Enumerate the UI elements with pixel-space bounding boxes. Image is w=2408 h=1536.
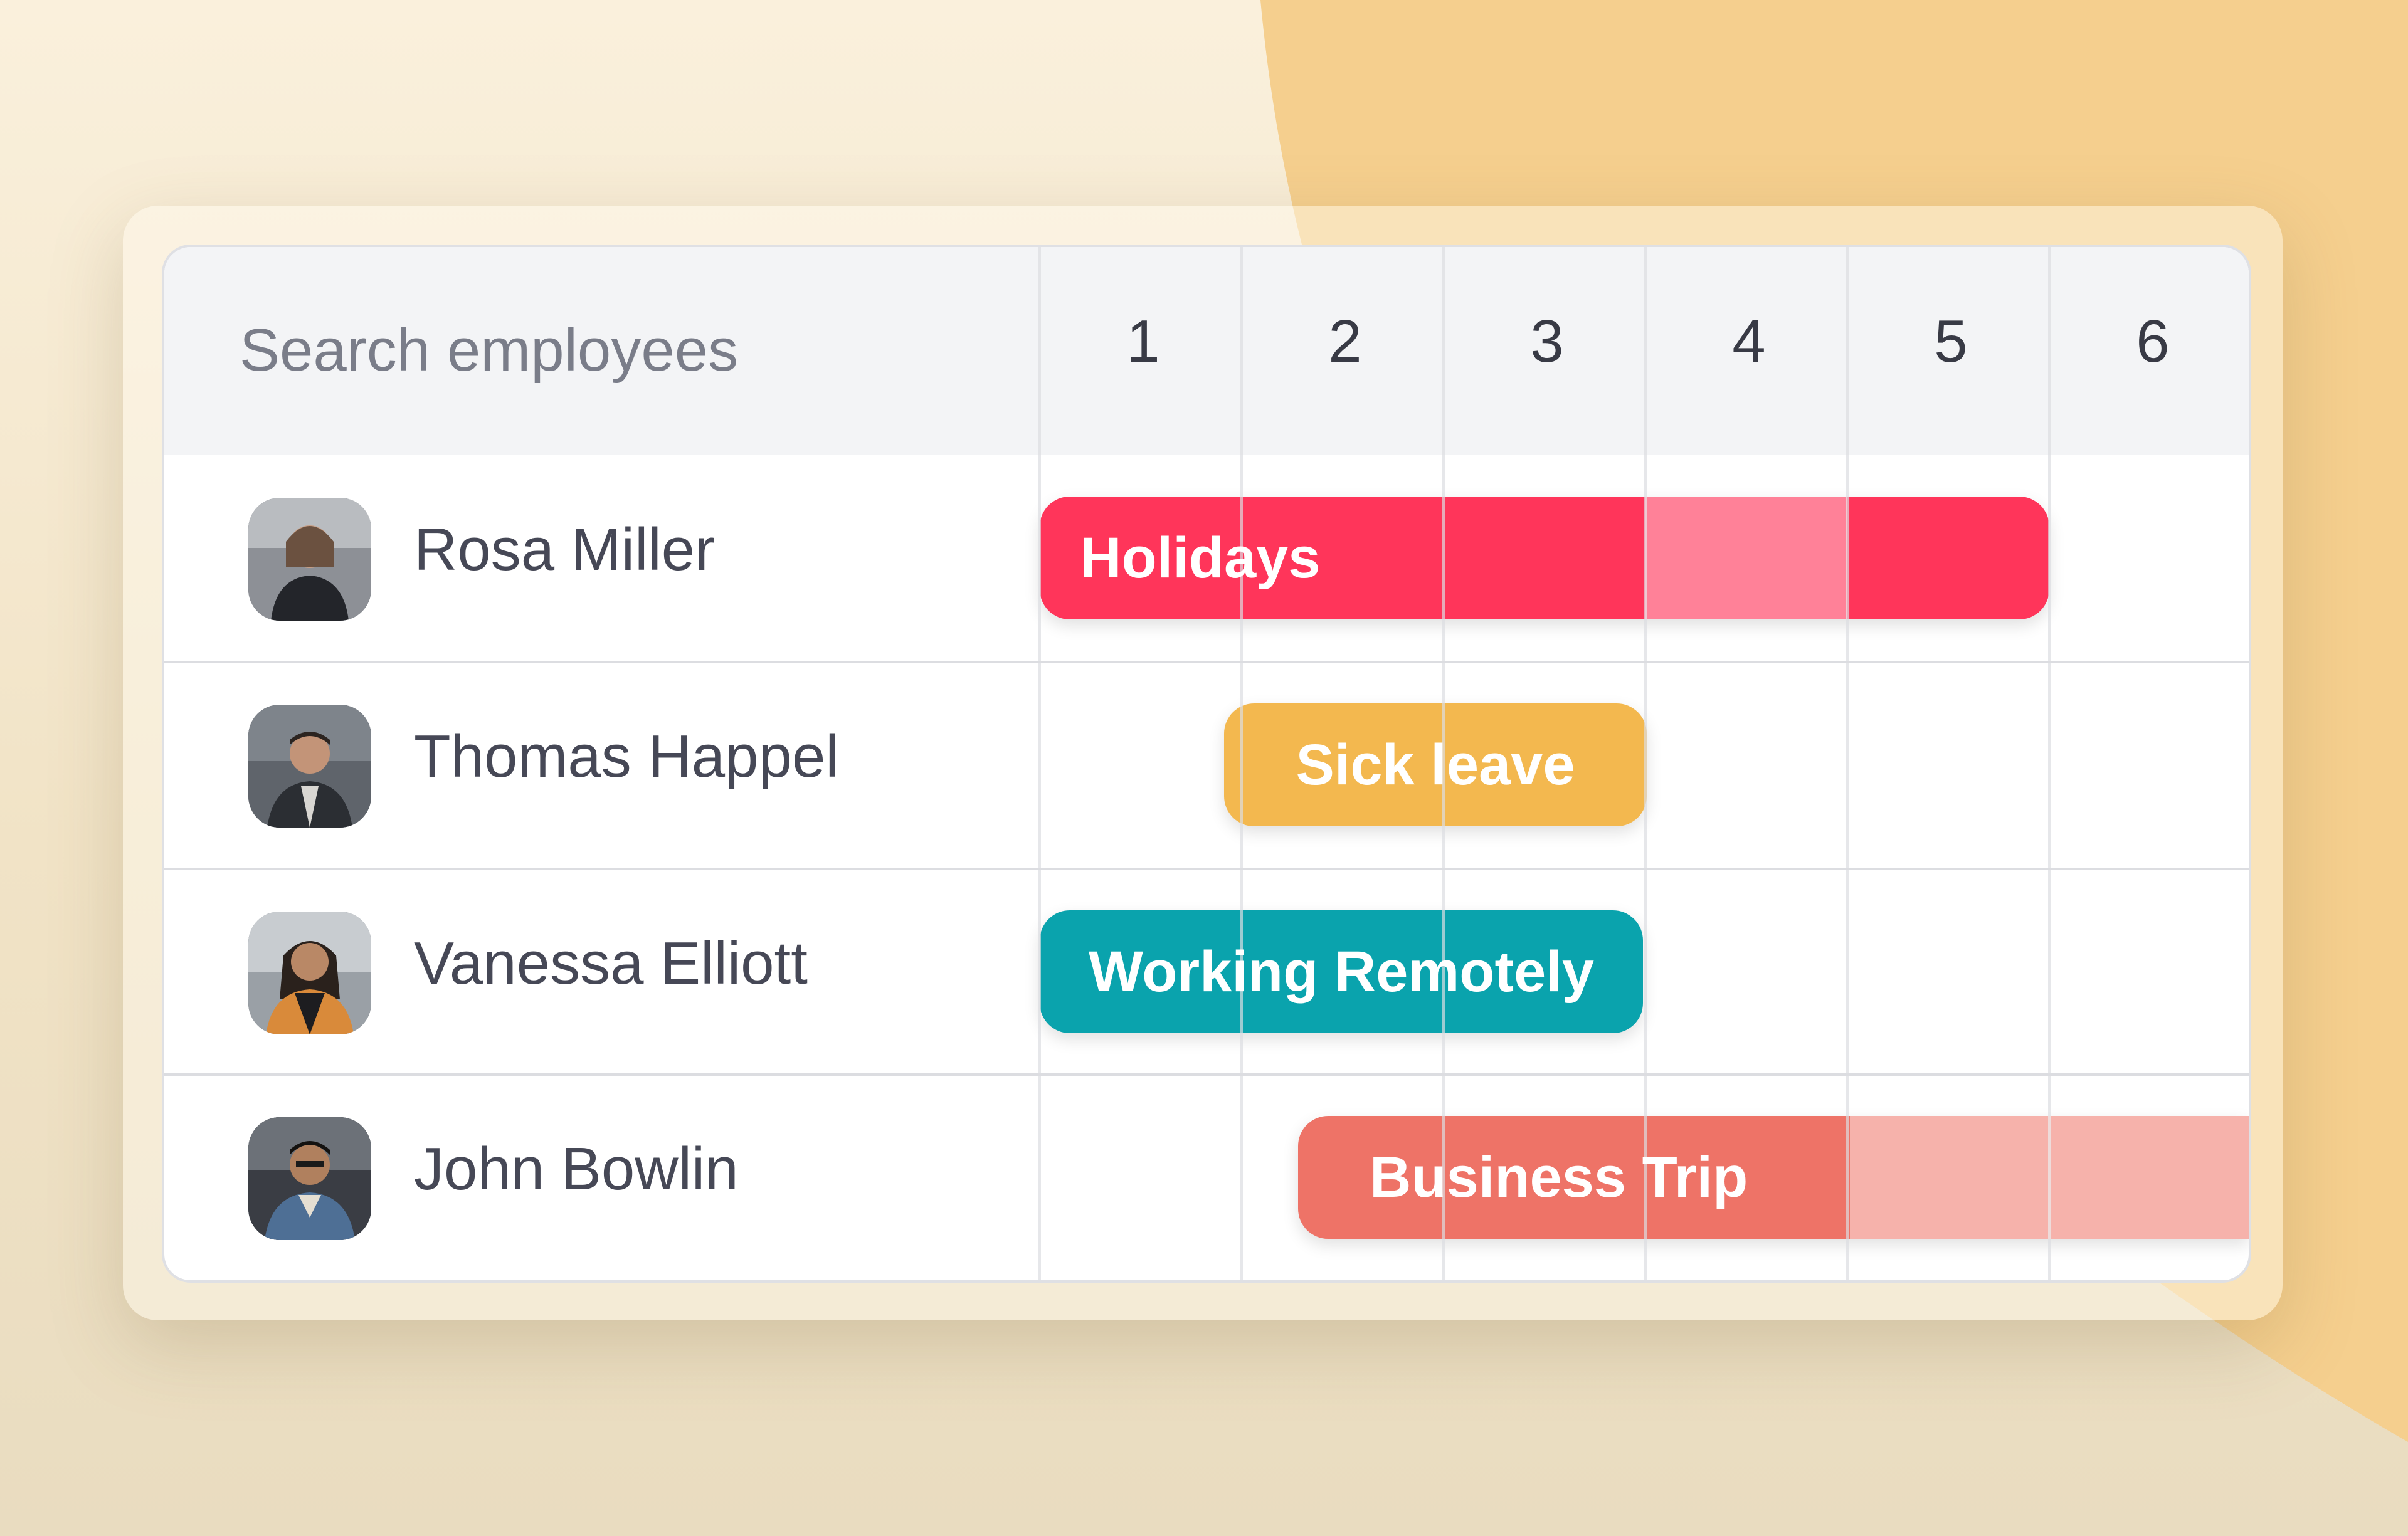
absence-label: Sick leave (1296, 733, 1575, 797)
employee-name: Thomas Happel (414, 723, 839, 790)
column-divider (1038, 247, 1041, 1280)
absence-label: Holidays (1080, 526, 1321, 590)
table-header: 1 2 3 4 5 6 (164, 247, 2249, 455)
avatar (248, 1117, 371, 1240)
absence-bar-working-remotely[interactable]: Working Remotely (1040, 910, 1643, 1033)
avatar (248, 498, 371, 621)
avatar (248, 705, 371, 828)
search-input[interactable] (240, 310, 929, 391)
absence-label: Business Trip (1370, 1145, 1748, 1209)
employee-row[interactable]: John Bowlin (164, 1075, 1040, 1280)
person-photo-icon (248, 705, 371, 828)
absence-bar-business-trip[interactable]: Business Trip (1298, 1116, 2249, 1239)
column-divider (1644, 247, 1647, 1280)
bar-highlight (1645, 497, 1847, 619)
employee-name: Vanessa Elliott (414, 930, 808, 997)
column-divider (1240, 247, 1243, 1280)
employee-name: Rosa Miller (414, 516, 716, 583)
person-photo-icon (248, 912, 371, 1034)
absence-bar-sick-leave[interactable]: Sick leave (1224, 703, 1647, 826)
day-header-4[interactable]: 4 (1648, 307, 1850, 376)
column-divider (1846, 247, 1849, 1280)
day-header-6[interactable]: 6 (2052, 307, 2249, 376)
schedule-panel: 1 2 3 4 5 6 Rosa Miller (164, 247, 2249, 1280)
person-photo-icon (248, 498, 371, 621)
bar-highlight (1850, 1116, 2249, 1239)
absence-bar-holidays[interactable]: Holidays (1040, 497, 2049, 619)
person-photo-icon (248, 1117, 371, 1240)
day-header-2[interactable]: 2 (1244, 307, 1446, 376)
absence-label: Working Remotely (1089, 940, 1594, 1004)
employee-name: John Bowlin (414, 1135, 739, 1202)
employee-row[interactable]: Thomas Happel (164, 662, 1040, 869)
day-header-3[interactable]: 3 (1446, 307, 1648, 376)
employee-row[interactable]: Rosa Miller (164, 455, 1040, 662)
employee-row[interactable]: Vanessa Elliott (164, 869, 1040, 1076)
day-header-5[interactable]: 5 (1850, 307, 2052, 376)
avatar (248, 912, 371, 1034)
day-header-1[interactable]: 1 (1042, 307, 1244, 376)
